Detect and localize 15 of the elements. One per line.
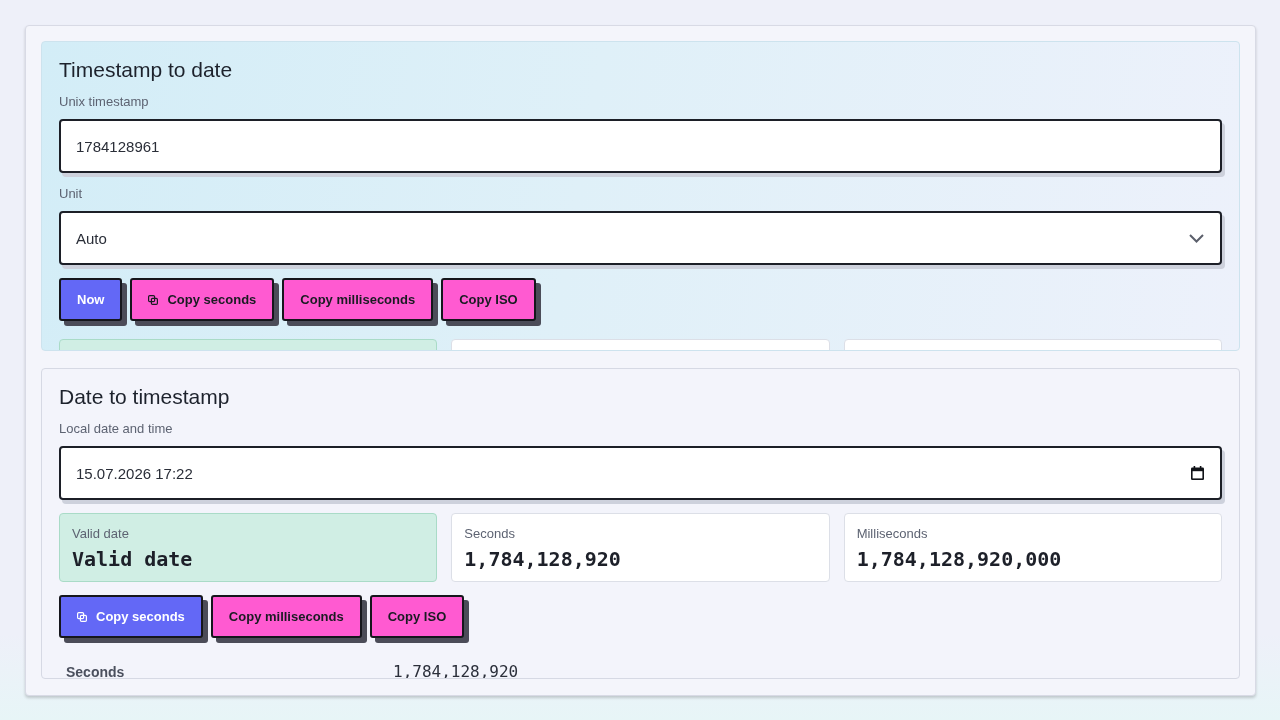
field-label: Unix timestamp bbox=[59, 94, 150, 110]
card-label: Seconds bbox=[464, 526, 516, 542]
field-label: Unit bbox=[59, 186, 84, 202]
card-label: Milliseconds bbox=[856, 526, 929, 542]
detail-label: Seconds bbox=[66, 664, 125, 678]
panel-title: Timestamp to date bbox=[59, 58, 234, 82]
panel-title: Date to timestamp bbox=[59, 385, 231, 409]
chevron-down-icon bbox=[1189, 233, 1204, 243]
card-value: 1,784,128,920,000 bbox=[856, 546, 1063, 572]
card-label: Valid date bbox=[72, 526, 130, 542]
calendar-icon bbox=[1191, 466, 1204, 480]
card-value: 1,784,128,920 bbox=[464, 546, 622, 572]
timestamp-input[interactable]: 1784128961 bbox=[59, 119, 1222, 173]
card-value: Valid date bbox=[72, 546, 194, 572]
field-label: Local date and time bbox=[59, 421, 174, 437]
